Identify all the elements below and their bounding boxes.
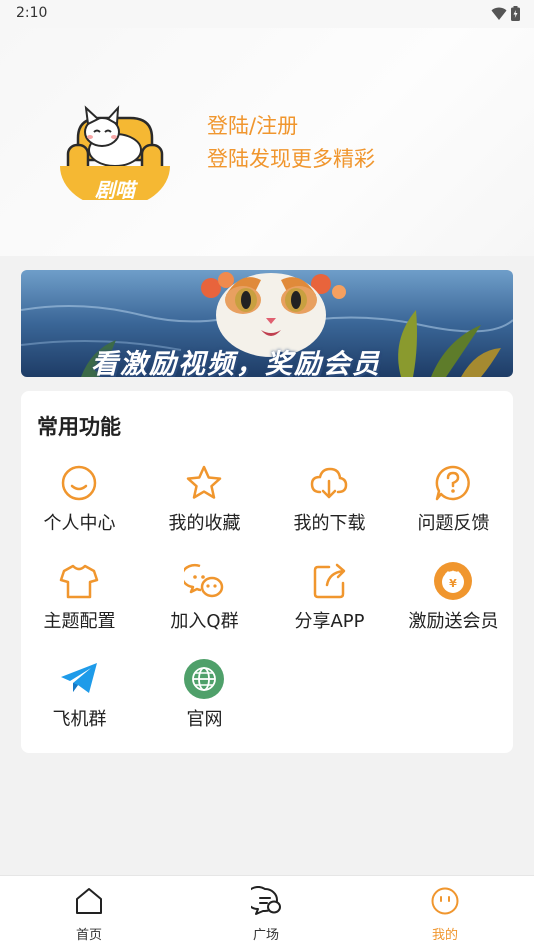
item-label: 我的收藏: [168, 513, 241, 534]
item-label: 问题反馈: [417, 513, 490, 534]
star-icon: [186, 465, 222, 499]
question-bubble-icon: [435, 465, 470, 501]
app-logo[interactable]: 剧喵: [60, 90, 170, 200]
common-functions-card: 常用功能 个人中心 我的收藏 我的下载 问题反馈 主题配置 加入Q群 分享APP…: [21, 391, 513, 753]
reward-video-banner[interactable]: 看激励视频，奖励会员: [21, 270, 513, 377]
section-title: 常用功能: [37, 415, 121, 439]
battery-icon: [511, 6, 520, 21]
reward-icon: ¥: [434, 562, 472, 600]
tab-square[interactable]: 广场: [216, 876, 316, 950]
personal-center-item[interactable]: 个人中心: [18, 463, 141, 543]
telegram-group-item[interactable]: 飞机群: [18, 659, 141, 739]
telegram-icon: [61, 663, 97, 693]
item-label: 加入Q群: [170, 611, 239, 632]
tshirt-icon: [59, 564, 99, 599]
join-qq-group-item[interactable]: 加入Q群: [143, 561, 266, 641]
my-favorites-item[interactable]: 我的收藏: [143, 463, 266, 543]
tab-home[interactable]: 首页: [39, 876, 139, 950]
chat-bubbles-icon: [184, 563, 224, 598]
home-icon: [76, 888, 102, 914]
item-label: 分享APP: [294, 611, 365, 632]
status-icons: [491, 6, 520, 21]
profile-header: 剧喵 登陆/注册 登陆发现更多精彩: [0, 28, 534, 256]
item-label: 官网: [186, 709, 223, 730]
wifi-icon: [491, 7, 507, 20]
status-bar: 2:10: [0, 0, 534, 28]
bottom-tab-bar: 首页 广场 我的: [0, 875, 534, 950]
cloud-download-icon: [310, 467, 348, 499]
tab-label: 广场: [252, 928, 279, 943]
logo-text: 剧喵: [95, 178, 139, 200]
svg-text:¥: ¥: [449, 577, 457, 590]
reward-membership-item[interactable]: ¥ 激励送会员: [392, 561, 515, 641]
item-label: 主题配置: [43, 611, 116, 632]
tab-label: 我的: [431, 928, 458, 943]
smile-face-icon: [61, 465, 97, 501]
chat-icon: [251, 886, 281, 915]
theme-config-item[interactable]: 主题配置: [18, 561, 141, 641]
globe-icon: [184, 659, 224, 699]
tab-label: 首页: [75, 928, 102, 943]
feedback-item[interactable]: 问题反馈: [392, 463, 515, 543]
profile-face-icon: [431, 887, 459, 915]
tab-mine[interactable]: 我的: [395, 876, 495, 950]
share-app-item[interactable]: 分享APP: [268, 561, 391, 641]
banner-text: 看激励视频，奖励会员: [91, 349, 381, 377]
login-register-link[interactable]: 登陆/注册: [207, 110, 298, 140]
item-label: 我的下载: [293, 513, 366, 534]
item-label: 激励送会员: [408, 611, 499, 632]
item-label: 个人中心: [43, 513, 116, 534]
item-label: 飞机群: [52, 709, 107, 730]
status-time: 2:10: [16, 5, 48, 21]
official-site-item[interactable]: 官网: [143, 659, 266, 739]
login-subtitle[interactable]: 登陆发现更多精彩: [207, 143, 375, 173]
my-downloads-item[interactable]: 我的下载: [268, 463, 391, 543]
share-icon: [313, 563, 346, 599]
